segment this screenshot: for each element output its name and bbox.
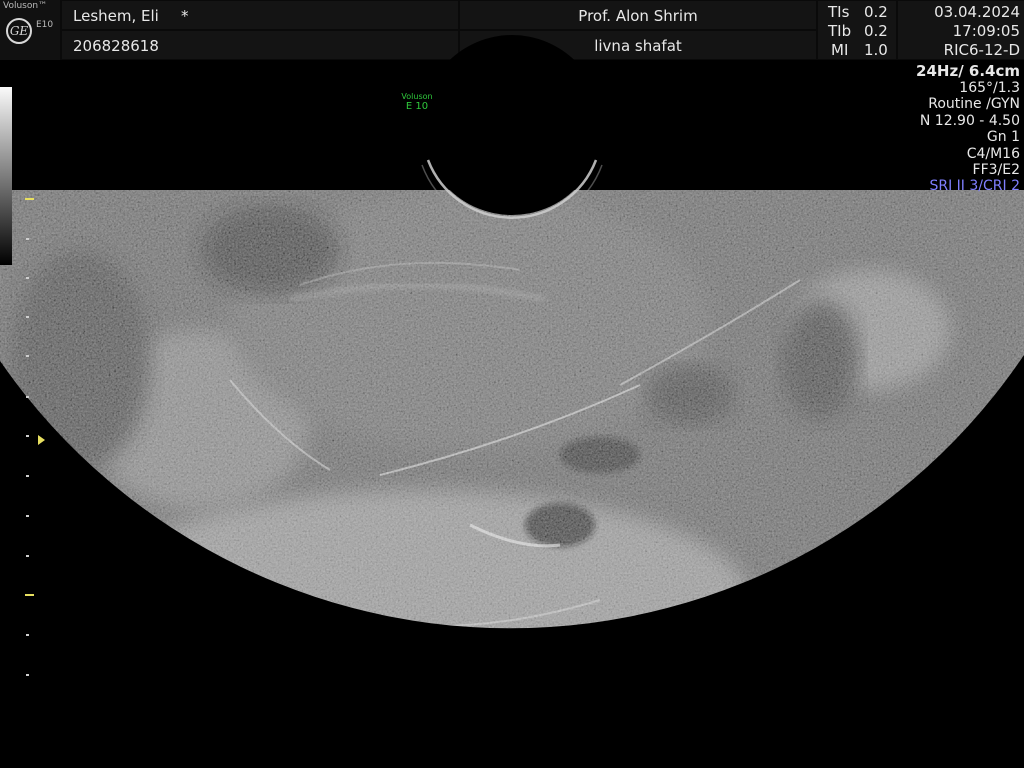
- watermark-line2: E 10: [405, 101, 429, 112]
- depth-tick: [26, 634, 29, 636]
- depth-tick: [26, 316, 29, 318]
- preset: Routine /GYN: [928, 96, 1020, 113]
- ultrasound-image: [0, 35, 1024, 629]
- voluson-watermark: Voluson E 10: [396, 92, 438, 112]
- depth-tick: [26, 355, 29, 357]
- frame-filter: FF3/E2: [972, 162, 1020, 179]
- depth-tick: [26, 555, 29, 557]
- sector-angle: 165°/1.3: [959, 80, 1020, 96]
- probe-aperture: [422, 35, 602, 215]
- depth-tick: [26, 238, 29, 240]
- depth-tick-major: [25, 594, 34, 596]
- frame-rate-depth: 24Hz/ 6.4cm: [916, 62, 1020, 80]
- gray-map: C4/M16: [966, 145, 1020, 162]
- acquisition-params: 24Hz/ 6.4cm 165°/1.3 Routine /GYN N 12.9…: [916, 62, 1020, 195]
- depth-tick: [26, 435, 29, 437]
- gain: Gn 1: [986, 129, 1020, 146]
- grayscale-bar: [0, 87, 12, 265]
- focus-marker-icon: [38, 435, 45, 445]
- depth-tick: [26, 277, 29, 279]
- depth-tick: [26, 515, 29, 517]
- depth-tick: [26, 396, 29, 398]
- depth-tick-major: [25, 198, 34, 200]
- sri-cri: SRI II 3/CRI 2: [929, 178, 1020, 195]
- frequency: N 12.90 - 4.50: [919, 112, 1020, 129]
- depth-tick: [26, 674, 29, 676]
- depth-tick: [26, 475, 29, 477]
